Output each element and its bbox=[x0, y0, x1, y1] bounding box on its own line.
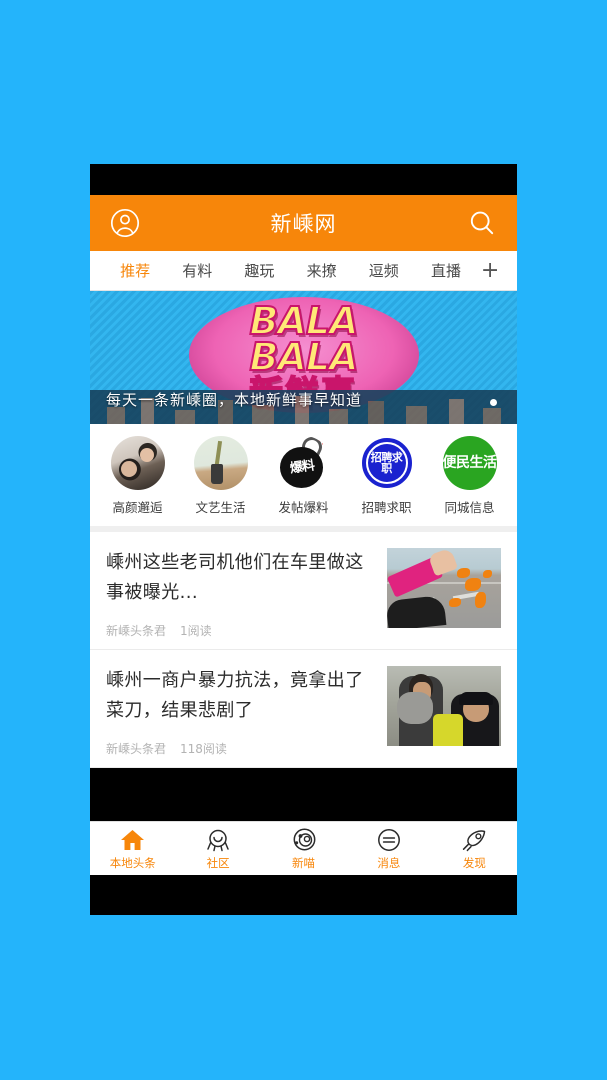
bomb-icon: 爆料 bbox=[277, 436, 331, 490]
news-title: 嵊州这些老司机他们在车里做这事被曝光... bbox=[106, 552, 364, 603]
user-avatar-icon[interactable] bbox=[108, 206, 142, 240]
job-inner-circle: 招聘求职 bbox=[367, 444, 406, 482]
green-life-circle-icon: 便民生活 bbox=[442, 436, 497, 490]
nav-item-xinmiao[interactable]: 新喵 bbox=[261, 826, 346, 871]
tab-lailiao[interactable]: 来撩 bbox=[291, 260, 353, 281]
job-ring: 招聘求职 bbox=[361, 438, 412, 488]
category-label: 招聘求职 bbox=[361, 500, 412, 515]
news-meta: 新嵊头条君 118阅读 bbox=[106, 740, 375, 757]
category-gaoyan-xiehou[interactable]: 高颜邂逅 bbox=[96, 436, 179, 516]
news-list-item[interactable]: 嵊州一商户暴力抗法，竟拿出了菜刀，结果悲剧了 新嵊头条君 118阅读 bbox=[90, 650, 517, 768]
news-list-item[interactable]: 嵊州这些老司机他们在车里做这事被曝光... 新嵊头条君 1阅读 bbox=[90, 532, 517, 650]
news-list: 嵊州这些老司机他们在车里做这事被曝光... 新嵊头条君 1阅读 嵊州一商户暴力抗… bbox=[90, 532, 517, 768]
nav-item-shequ[interactable]: 社区 bbox=[175, 826, 260, 871]
news-source: 新嵊头条君 bbox=[106, 624, 167, 638]
tab-doupin[interactable]: 逗频 bbox=[353, 260, 415, 281]
job-circle-icon: 招聘求职 bbox=[359, 436, 414, 490]
banner-indicator-dot[interactable] bbox=[490, 399, 497, 406]
community-icon bbox=[175, 826, 260, 854]
category-shortcut-row: 高颜邂逅 文艺生活 爆料 发帖爆料 招聘求职 招聘求职 便民生活 同城信息 bbox=[90, 424, 517, 532]
tab-zhibo[interactable]: 直播 bbox=[415, 260, 477, 281]
news-text-block: 嵊州这些老司机他们在车里做这事被曝光... 新嵊头条君 1阅读 bbox=[106, 548, 387, 639]
phone-frame: 新嵊网 推荐 有料 趣玩 来撩 逗频 直播 + BALA BALA 每天一条新嵊… bbox=[90, 164, 517, 915]
news-read-count: 118阅读 bbox=[180, 742, 227, 756]
news-source: 新嵊头条君 bbox=[106, 742, 167, 756]
nav-item-xiaoxi[interactable]: 消息 bbox=[346, 826, 431, 871]
category-wenyi-shenghuo[interactable]: 文艺生活 bbox=[179, 436, 262, 516]
bottom-navigation-bar: 本地头条 社区 新喵 消息 发现 bbox=[90, 821, 517, 875]
category-label: 高颜邂逅 bbox=[112, 500, 163, 515]
police-restraining-man-photo bbox=[387, 666, 501, 746]
category-tongcheng-xinxi[interactable]: 便民生活 同城信息 bbox=[428, 436, 511, 516]
category-label: 文艺生活 bbox=[195, 500, 246, 515]
cat-atom-icon bbox=[261, 826, 346, 854]
news-text-block: 嵊州一商户暴力抗法，竟拿出了菜刀，结果悲剧了 新嵊头条君 118阅读 bbox=[106, 666, 387, 757]
nav-label: 社区 bbox=[206, 856, 230, 870]
promo-banner[interactable]: BALA BALA 新鲜事 每天一条新嵊圈，本地新鲜事早知道 bbox=[90, 291, 517, 424]
car-window-throwing-peel-photo bbox=[387, 548, 501, 628]
nav-label: 消息 bbox=[377, 856, 401, 870]
category-tab-strip[interactable]: 推荐 有料 趣玩 来撩 逗频 直播 + bbox=[90, 251, 517, 291]
job-icon-label: 招聘求职 bbox=[370, 451, 403, 475]
status-bar bbox=[90, 164, 517, 195]
officer-cap-shape bbox=[459, 692, 493, 705]
vase-flowers-photo-icon bbox=[193, 436, 248, 490]
search-icon[interactable] bbox=[465, 206, 499, 240]
life-icon-label: 便民生活 bbox=[442, 455, 497, 471]
nav-item-faxian[interactable]: 发现 bbox=[432, 826, 517, 871]
tab-tuijian[interactable]: 推荐 bbox=[104, 260, 166, 281]
man-hood-shape bbox=[397, 692, 433, 724]
message-icon bbox=[346, 826, 431, 854]
app-header: 新嵊网 bbox=[90, 195, 517, 251]
nav-item-bendi-toutiao[interactable]: 本地头条 bbox=[90, 826, 175, 871]
car-mirror-shape bbox=[387, 595, 447, 628]
tab-quwan[interactable]: 趣玩 bbox=[228, 260, 290, 281]
nav-label: 新喵 bbox=[292, 856, 316, 870]
nav-label: 发现 bbox=[462, 856, 486, 870]
nav-label: 本地头条 bbox=[109, 856, 156, 870]
rocket-discover-icon bbox=[432, 826, 517, 854]
banner-caption: 每天一条新嵊圈，本地新鲜事早知道 bbox=[106, 391, 363, 409]
tab-youliao[interactable]: 有料 bbox=[166, 260, 228, 281]
category-label: 同城信息 bbox=[444, 500, 495, 515]
category-zhaopin-qiuzhi[interactable]: 招聘求职 招聘求职 bbox=[345, 436, 428, 516]
yellow-vest-shape bbox=[433, 714, 463, 746]
home-icon bbox=[90, 826, 175, 854]
news-meta: 新嵊头条君 1阅读 bbox=[106, 622, 375, 639]
page-title: 新嵊网 bbox=[270, 212, 337, 236]
news-title: 嵊州一商户暴力抗法，竟拿出了菜刀，结果悲剧了 bbox=[106, 670, 364, 721]
couple-photo-icon bbox=[110, 436, 165, 490]
bottom-black-bar bbox=[90, 875, 517, 915]
add-tab-button[interactable]: + bbox=[477, 259, 503, 282]
category-fatie-baoliao[interactable]: 爆料 发帖爆料 bbox=[262, 436, 345, 516]
screen-root: 新嵊网 推荐 有料 趣玩 来撩 逗频 直播 + BALA BALA 每天一条新嵊… bbox=[0, 0, 607, 1080]
category-label: 发帖爆料 bbox=[278, 500, 329, 515]
news-read-count: 1阅读 bbox=[180, 624, 212, 638]
bomb-label: 爆料 bbox=[288, 458, 315, 477]
bomb-body: 爆料 bbox=[280, 446, 324, 488]
